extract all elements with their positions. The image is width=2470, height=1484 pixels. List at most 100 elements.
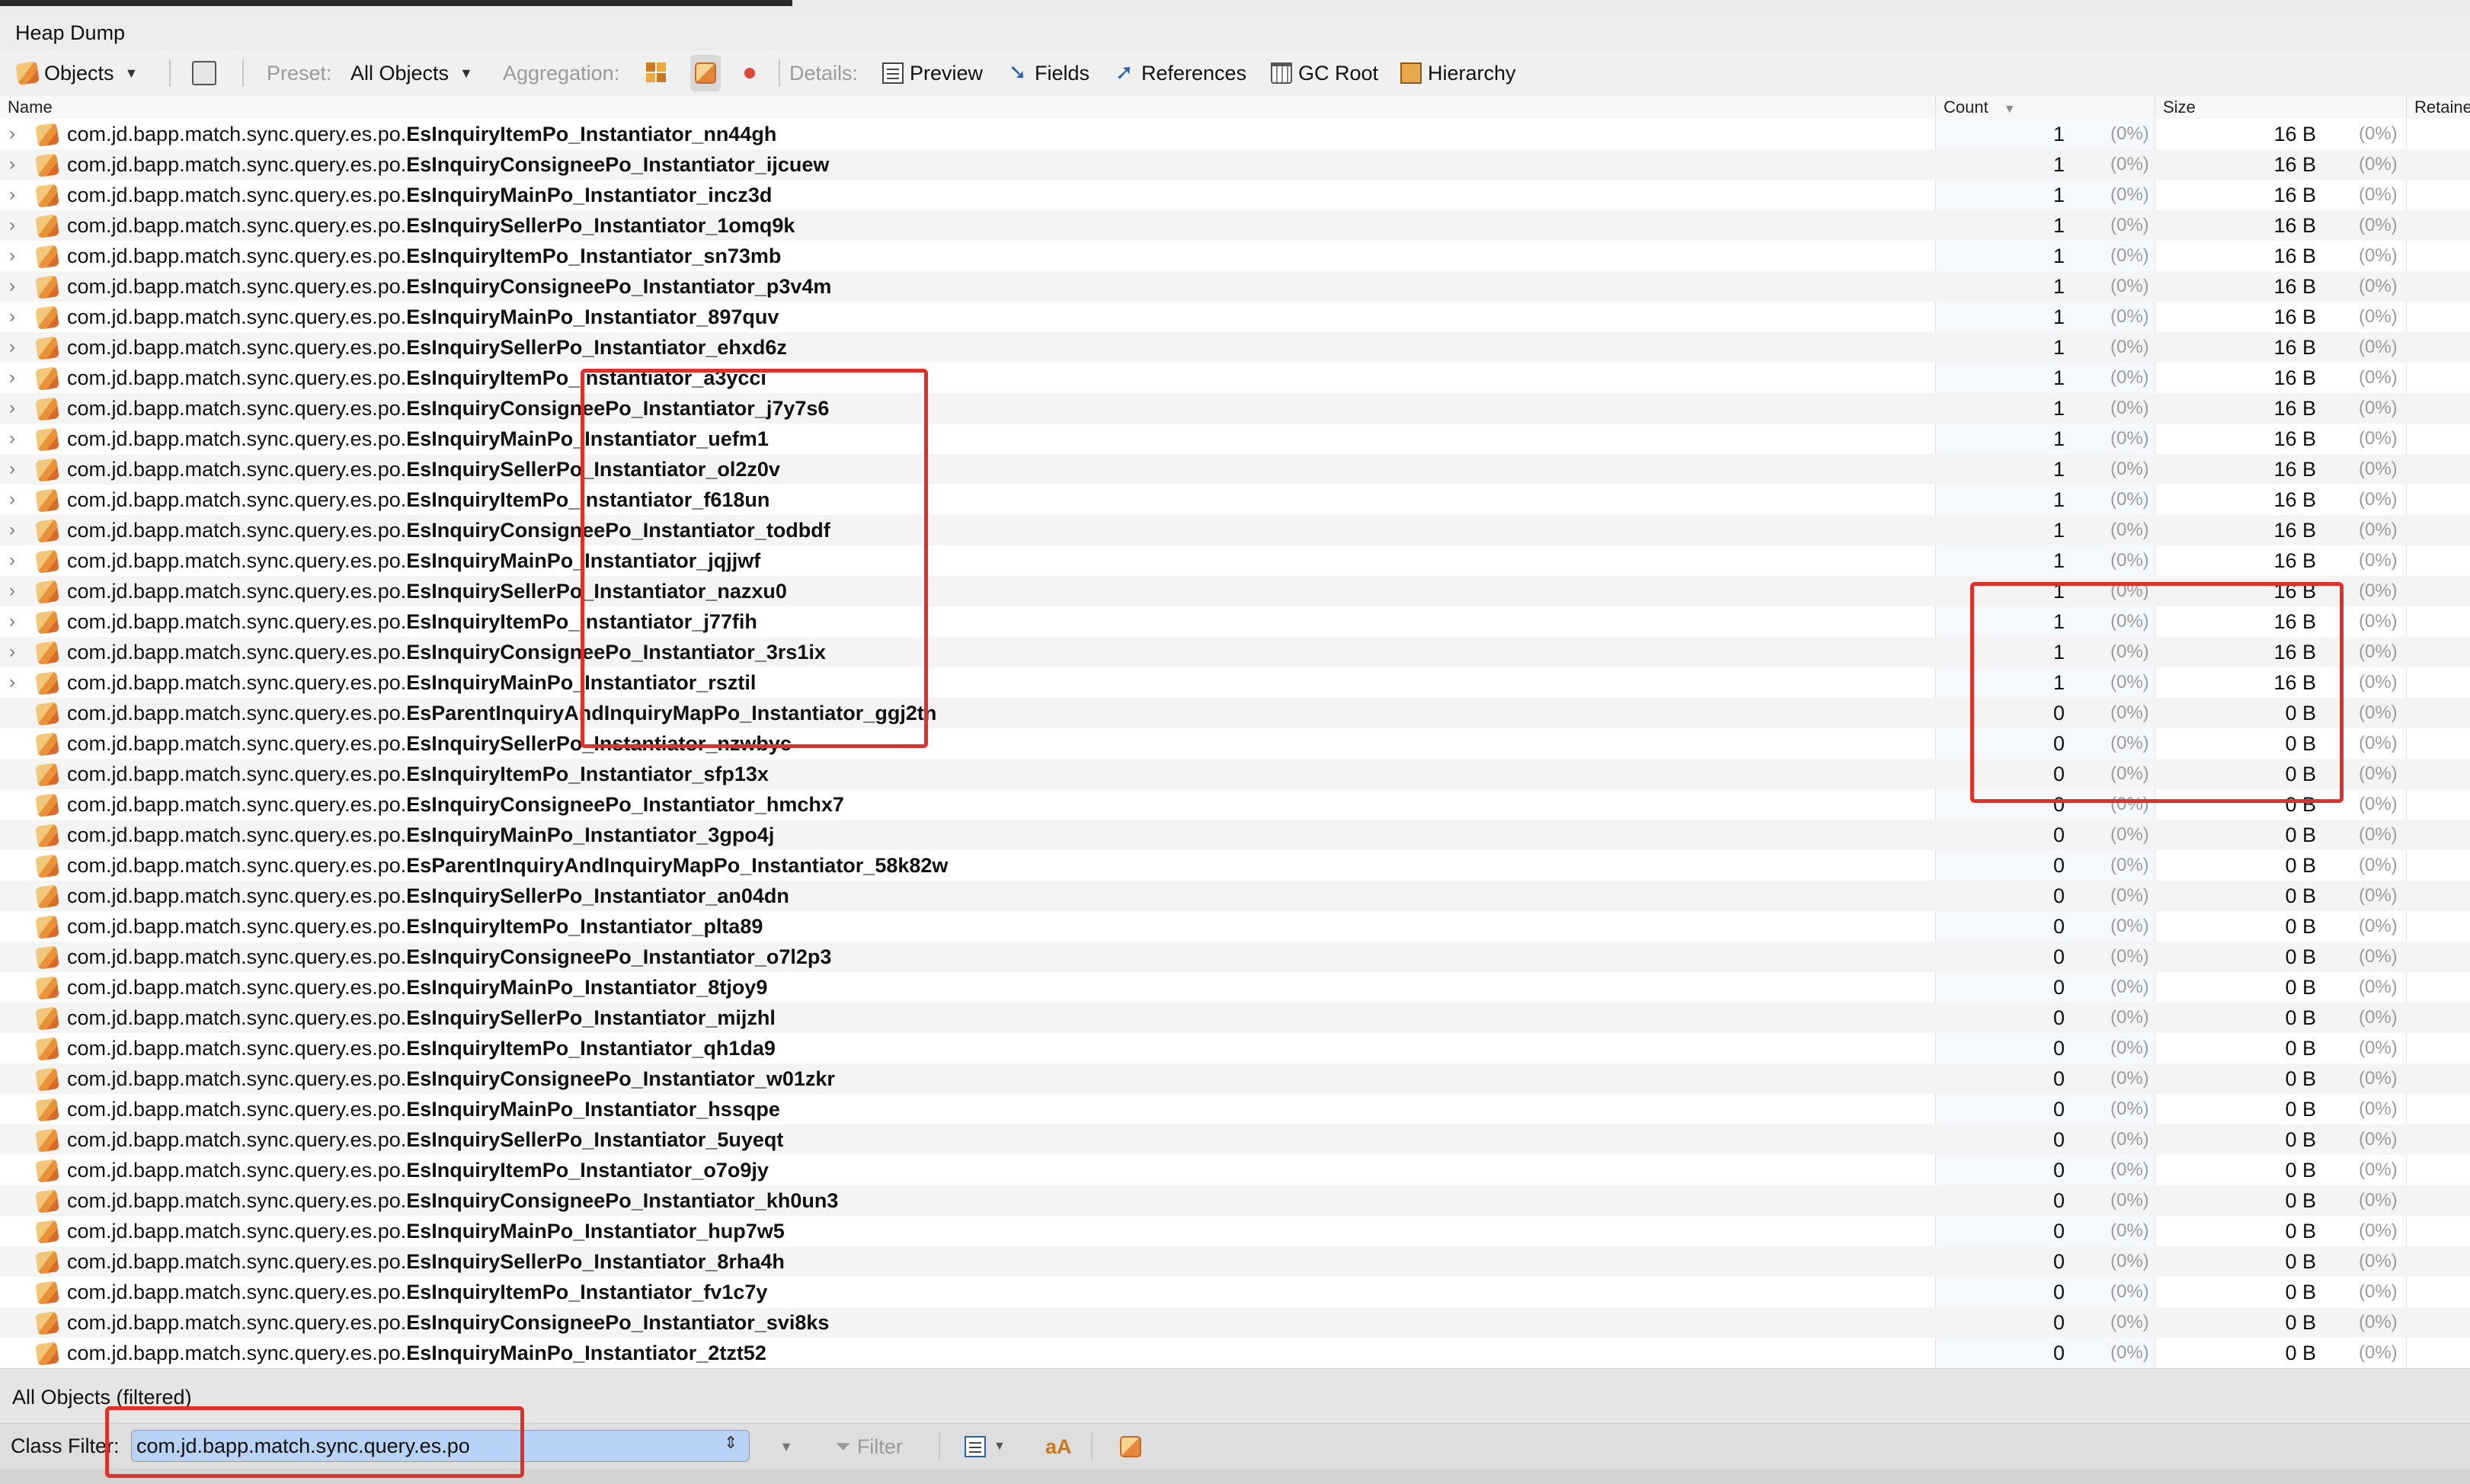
table-row[interactable]: › com.jd.bapp.match.sync.query.es.po.EsIn…	[0, 302, 2470, 332]
package-prefix: com.jd.bapp.match.sync.query.es.po.	[67, 854, 407, 877]
count-percent: (0%)	[2110, 641, 2149, 662]
gc-root-toggle[interactable]: GC Root	[1271, 50, 1378, 96]
package-prefix: com.jd.bapp.match.sync.query.es.po.	[67, 275, 407, 298]
objects-table[interactable]: › com.jd.bapp.match.sync.query.es.po.EsIn…	[0, 119, 2470, 1368]
expand-chevron-icon[interactable]: ›	[9, 241, 24, 271]
expand-chevron-icon[interactable]: ›	[9, 485, 24, 515]
table-row[interactable]: com.jd.bapp.match.sync.query.es.po.EsInq…	[0, 1155, 2470, 1185]
class-icon	[35, 1220, 59, 1244]
table-row[interactable]: com.jd.bapp.match.sync.query.es.po.EsInq…	[0, 942, 2470, 972]
table-row[interactable]: com.jd.bapp.match.sync.query.es.po.EsInq…	[0, 1338, 2470, 1368]
class-simple-name: EsInquiryItemPo_Instantiator_plta89	[406, 915, 763, 938]
table-row[interactable]: › com.jd.bapp.match.sync.query.es.po.EsIn…	[0, 485, 2470, 515]
package-prefix: com.jd.bapp.match.sync.query.es.po.	[67, 1311, 407, 1334]
expand-chevron-icon[interactable]: ›	[9, 119, 24, 149]
table-row[interactable]: com.jd.bapp.match.sync.query.es.po.EsInq…	[0, 1094, 2470, 1124]
table-row[interactable]: com.jd.bapp.match.sync.query.es.po.EsPar…	[0, 698, 2470, 728]
expand-chevron-icon[interactable]: ›	[9, 302, 24, 332]
preview-toggle[interactable]: Preview	[882, 50, 983, 96]
status-text[interactable]: All Objects (filtered)	[12, 1386, 192, 1409]
preset-dropdown[interactable]: All Objects ▼	[350, 50, 473, 96]
table-row[interactable]: com.jd.bapp.match.sync.query.es.po.EsInq…	[0, 1124, 2470, 1155]
table-row[interactable]: com.jd.bapp.match.sync.query.es.po.EsInq…	[0, 1185, 2470, 1216]
table-row[interactable]: › com.jd.bapp.match.sync.query.es.po.EsIn…	[0, 119, 2470, 149]
class-simple-name: EsInquiryItemPo_Instantiator_sn73mb	[406, 245, 782, 267]
size-value: 0 B	[2285, 1159, 2316, 1182]
table-row[interactable]: › com.jd.bapp.match.sync.query.es.po.EsIn…	[0, 332, 2470, 363]
expand-chevron-icon[interactable]: ›	[9, 393, 24, 424]
table-row[interactable]: com.jd.bapp.match.sync.query.es.po.EsInq…	[0, 1003, 2470, 1033]
expand-chevron-icon[interactable]: ›	[9, 637, 24, 667]
count-percent: (0%)	[2110, 611, 2149, 632]
size-percent: (0%)	[2359, 398, 2398, 418]
table-row[interactable]: com.jd.bapp.match.sync.query.es.po.EsInq…	[0, 1307, 2470, 1338]
aggregation-packages-button[interactable]	[690, 55, 721, 91]
table-row[interactable]: com.jd.bapp.match.sync.query.es.po.EsInq…	[0, 972, 2470, 1003]
column-header-name[interactable]: Name	[0, 96, 1935, 119]
table-row[interactable]: › com.jd.bapp.match.sync.query.es.po.EsIn…	[0, 545, 2470, 576]
table-row[interactable]: com.jd.bapp.match.sync.query.es.po.EsInq…	[0, 728, 2470, 759]
table-row[interactable]: › com.jd.bapp.match.sync.query.es.po.EsIn…	[0, 515, 2470, 545]
table-row[interactable]: com.jd.bapp.match.sync.query.es.po.EsInq…	[0, 1063, 2470, 1094]
aggregation-instances-button[interactable]	[739, 50, 760, 96]
table-row[interactable]: › com.jd.bapp.match.sync.query.es.po.EsIn…	[0, 271, 2470, 302]
table-row[interactable]: › com.jd.bapp.match.sync.query.es.po.EsIn…	[0, 393, 2470, 424]
filter-button[interactable]: ⏷ Filter	[823, 1430, 915, 1463]
objects-view-dropdown[interactable]: Objects ▼	[15, 50, 138, 96]
snapshot-button[interactable]	[192, 50, 216, 96]
table-row[interactable]: com.jd.bapp.match.sync.query.es.po.EsInq…	[0, 1277, 2470, 1307]
class-filter-input[interactable]	[131, 1430, 750, 1462]
aggregation-classes-button[interactable]	[646, 50, 667, 96]
table-row[interactable]: › com.jd.bapp.match.sync.query.es.po.EsIn…	[0, 180, 2470, 210]
table-row[interactable]: › com.jd.bapp.match.sync.query.es.po.EsIn…	[0, 149, 2470, 180]
table-row[interactable]: › com.jd.bapp.match.sync.query.es.po.EsIn…	[0, 363, 2470, 393]
case-sensitive-toggle[interactable]: aA	[1039, 1430, 1078, 1463]
expand-chevron-icon[interactable]: ›	[9, 424, 24, 454]
hierarchy-toggle[interactable]: Hierarchy	[1400, 50, 1516, 96]
column-header-retained[interactable]: Retainec	[2406, 96, 2470, 119]
column-header-size[interactable]: Size	[2155, 96, 2406, 119]
expand-chevron-icon[interactable]: ›	[9, 515, 24, 545]
fields-toggle[interactable]: Fields	[1007, 50, 1089, 96]
expand-chevron-icon[interactable]: ›	[9, 210, 24, 241]
window-bottom-strip	[0, 1469, 2470, 1484]
expand-chevron-icon[interactable]: ›	[9, 545, 24, 576]
table-row[interactable]: › com.jd.bapp.match.sync.query.es.po.EsIn…	[0, 241, 2470, 271]
filter-history-dropdown[interactable]: ▼	[769, 1430, 803, 1463]
table-row[interactable]: › com.jd.bapp.match.sync.query.es.po.EsIn…	[0, 210, 2470, 241]
expand-chevron-icon[interactable]: ›	[9, 271, 24, 302]
class-icon	[35, 1128, 59, 1153]
table-row[interactable]: › com.jd.bapp.match.sync.query.es.po.EsIn…	[0, 667, 2470, 698]
hierarchy-label: Hierarchy	[1428, 61, 1516, 85]
table-row[interactable]: › com.jd.bapp.match.sync.query.es.po.EsIn…	[0, 424, 2470, 454]
table-row[interactable]: com.jd.bapp.match.sync.query.es.po.EsInq…	[0, 1216, 2470, 1246]
expand-chevron-icon[interactable]: ›	[9, 332, 24, 363]
table-row[interactable]: › com.jd.bapp.match.sync.query.es.po.EsIn…	[0, 606, 2470, 637]
expand-chevron-icon[interactable]: ›	[9, 454, 24, 485]
table-row[interactable]: › com.jd.bapp.match.sync.query.es.po.EsIn…	[0, 637, 2470, 667]
expand-chevron-icon[interactable]: ›	[9, 667, 24, 698]
expand-chevron-icon[interactable]: ›	[9, 576, 24, 606]
references-toggle[interactable]: References	[1114, 50, 1246, 96]
class-icon	[35, 1159, 59, 1183]
filter-history-stepper-icon[interactable]: ⇕	[724, 1433, 737, 1453]
table-row[interactable]: com.jd.bapp.match.sync.query.es.po.EsInq…	[0, 881, 2470, 911]
table-row[interactable]: com.jd.bapp.match.sync.query.es.po.EsInq…	[0, 759, 2470, 789]
table-row[interactable]: › com.jd.bapp.match.sync.query.es.po.EsIn…	[0, 576, 2470, 606]
expand-chevron-icon[interactable]: ›	[9, 363, 24, 393]
expand-chevron-icon[interactable]: ›	[9, 149, 24, 180]
filter-package-button[interactable]	[1114, 1430, 1147, 1463]
expand-chevron-icon[interactable]: ›	[9, 180, 24, 210]
expand-chevron-icon[interactable]: ›	[9, 606, 24, 637]
column-header-count[interactable]: Count ▼	[1935, 96, 2155, 119]
table-row[interactable]: com.jd.bapp.match.sync.query.es.po.EsInq…	[0, 789, 2470, 820]
class-simple-name: EsInquiryItemPo_Instantiator_f618un	[406, 488, 770, 511]
table-row[interactable]: › com.jd.bapp.match.sync.query.es.po.EsIn…	[0, 454, 2470, 485]
filter-mode-dropdown[interactable]: ▼	[958, 1430, 1012, 1463]
table-row[interactable]: com.jd.bapp.match.sync.query.es.po.EsInq…	[0, 1246, 2470, 1277]
table-row[interactable]: com.jd.bapp.match.sync.query.es.po.EsInq…	[0, 911, 2470, 942]
table-row[interactable]: com.jd.bapp.match.sync.query.es.po.EsInq…	[0, 820, 2470, 850]
count-percent: (0%)	[2110, 550, 2149, 571]
table-row[interactable]: com.jd.bapp.match.sync.query.es.po.EsPar…	[0, 850, 2470, 881]
table-row[interactable]: com.jd.bapp.match.sync.query.es.po.EsInq…	[0, 1033, 2470, 1063]
